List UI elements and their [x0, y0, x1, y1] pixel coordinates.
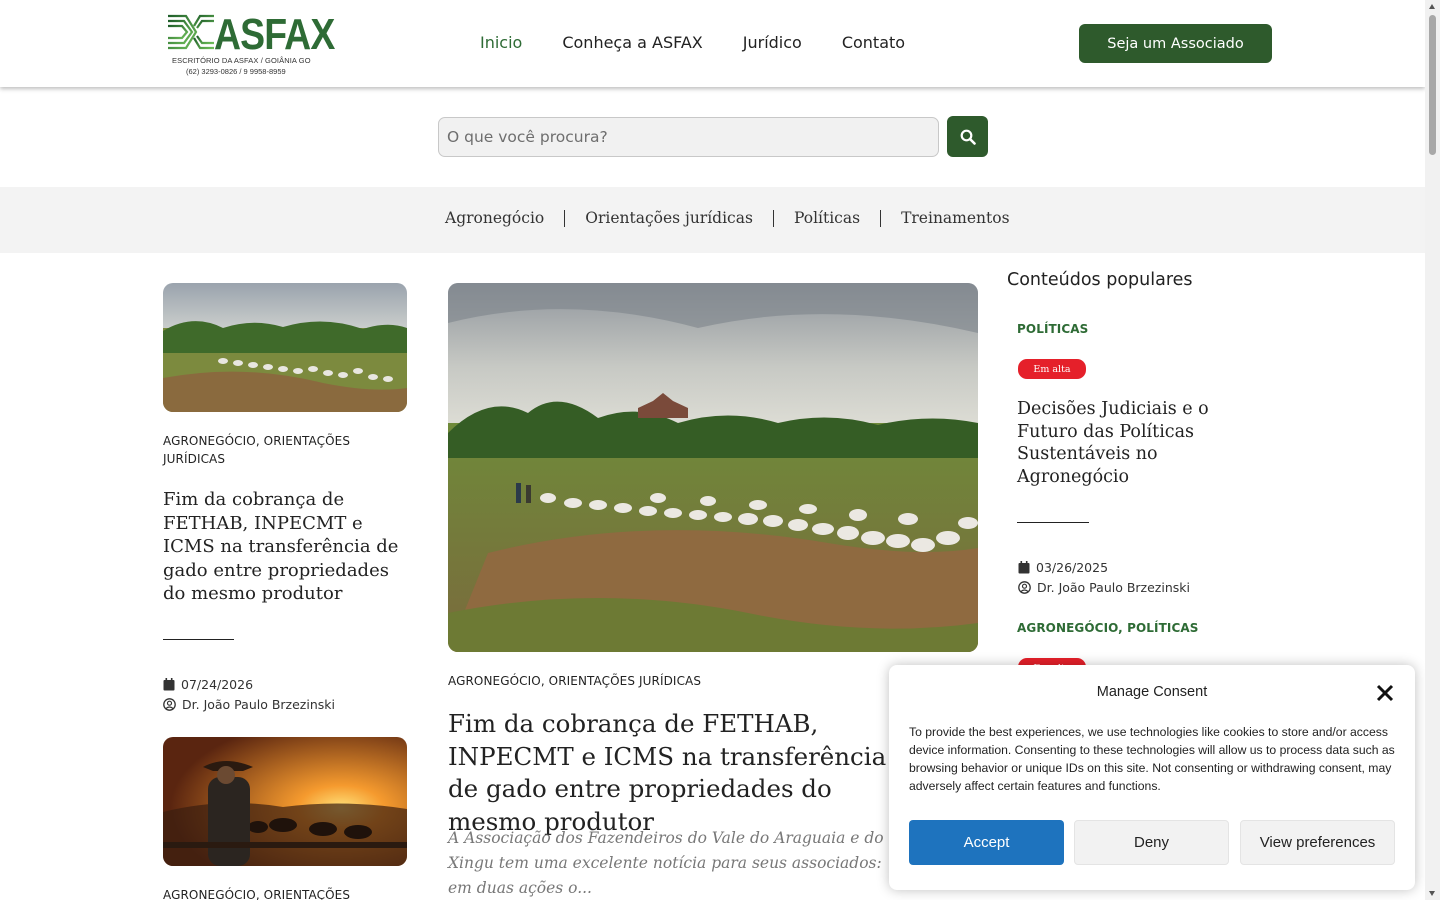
- category-separator: [772, 209, 774, 227]
- accept-button[interactable]: Accept: [909, 820, 1064, 865]
- nav-item-contato[interactable]: Contato: [842, 33, 905, 52]
- logo-wordmark: ASFAX: [214, 10, 335, 59]
- popular-item-title[interactable]: Decisões Judiciais e o Futuro das Políti…: [1017, 398, 1227, 488]
- view-preferences-button[interactable]: View preferences: [1240, 820, 1395, 865]
- popular-item-author-text: Dr. João Paulo Brzezinski: [1037, 580, 1190, 595]
- search-button[interactable]: [947, 116, 988, 157]
- main-nav: Inicio Conheça a ASFAX Jurídico Contato: [480, 33, 905, 52]
- popular-item-category[interactable]: POLÍTICAS: [1017, 322, 1088, 336]
- category-agronegocio[interactable]: Agronegócio: [445, 209, 544, 227]
- featured-title[interactable]: Fim da cobrança de FETHAB, INPECMT e ICM…: [448, 708, 918, 838]
- calendar-icon: [1018, 561, 1030, 574]
- nav-item-inicio[interactable]: Inicio: [480, 33, 522, 52]
- post-thumbnail-sunset[interactable]: [163, 737, 407, 866]
- site-logo[interactable]: ASFAX ESCRITÓRIO DA ASFAX / GOIÂNIA GO (…: [166, 10, 335, 78]
- category-treinamentos[interactable]: Treinamentos: [901, 209, 1009, 227]
- popular-heading: Conteúdos populares: [1007, 270, 1193, 290]
- post-categories[interactable]: AGRONEGÓCIO, ORIENTAÇÕES JURÍDICAS: [163, 432, 383, 468]
- category-orientacoes[interactable]: Orientações jurídicas: [585, 209, 753, 227]
- post-title[interactable]: Fim da cobrança de FETHAB, INPECMT e ICM…: [163, 488, 403, 606]
- post-thumbnail-cattle[interactable]: [163, 283, 407, 412]
- scroll-down-arrow-icon[interactable]: [1429, 891, 1435, 896]
- logo-subtitle: ESCRITÓRIO DA ASFAX / GOIÂNIA GO: [172, 56, 311, 65]
- nav-item-conheca[interactable]: Conheça a ASFAX: [562, 33, 702, 52]
- post-categories[interactable]: AGRONEGÓCIO, ORIENTAÇÕES: [163, 886, 383, 900]
- post-author-text: Dr. João Paulo Brzezinski: [182, 697, 335, 712]
- post-date: 07/24/2026: [163, 677, 253, 692]
- page-scrollbar[interactable]: [1425, 0, 1440, 900]
- site-header: ASFAX ESCRITÓRIO DA ASFAX / GOIÂNIA GO (…: [0, 0, 1425, 87]
- search-input[interactable]: [438, 117, 939, 157]
- consent-text: To provide the best experiences, we use …: [909, 725, 1395, 793]
- logo-mark-icon: [168, 14, 214, 50]
- category-separator: [880, 209, 882, 227]
- popular-item-author: Dr. João Paulo Brzezinski: [1018, 580, 1190, 595]
- close-icon[interactable]: [1375, 683, 1395, 703]
- become-member-button[interactable]: Seja um Associado: [1079, 24, 1272, 63]
- category-politicas[interactable]: Políticas: [794, 209, 860, 227]
- search-icon: [960, 129, 976, 145]
- deny-button[interactable]: Deny: [1074, 820, 1229, 865]
- logo-phones: (62) 3293-0826 / 9 9958-8959: [186, 67, 286, 76]
- popular-divider: [1017, 522, 1089, 523]
- nav-item-juridico[interactable]: Jurídico: [743, 33, 802, 52]
- post-divider: [163, 639, 234, 640]
- featured-excerpt: A Associação dos Fazendeiros do Vale do …: [448, 829, 884, 897]
- scroll-up-arrow-icon[interactable]: [1429, 4, 1435, 9]
- featured-image[interactable]: [448, 283, 978, 652]
- user-circle-icon: [163, 698, 176, 711]
- calendar-icon: [163, 678, 175, 691]
- cookie-consent-dialog: Manage Consent To provide the best exper…: [889, 665, 1415, 890]
- scroll-thumb[interactable]: [1429, 15, 1436, 155]
- user-circle-icon: [1018, 581, 1031, 594]
- popular-item-date: 03/26/2025: [1018, 560, 1108, 575]
- popular-item-category[interactable]: AGRONEGÓCIO, POLÍTICAS: [1017, 621, 1199, 635]
- post-author: Dr. João Paulo Brzezinski: [163, 697, 335, 712]
- post-date-text: 07/24/2026: [181, 677, 254, 692]
- featured-categories[interactable]: AGRONEGÓCIO, ORIENTAÇÕES JURÍDICAS: [448, 672, 848, 690]
- popular-item-date-text: 03/26/2025: [1036, 560, 1109, 575]
- category-bar: Agronegócio Orientações jurídicas Políti…: [0, 187, 1425, 253]
- trending-badge: Em alta: [1018, 359, 1086, 379]
- category-separator: [564, 209, 566, 227]
- consent-title: Manage Consent: [1096, 684, 1208, 700]
